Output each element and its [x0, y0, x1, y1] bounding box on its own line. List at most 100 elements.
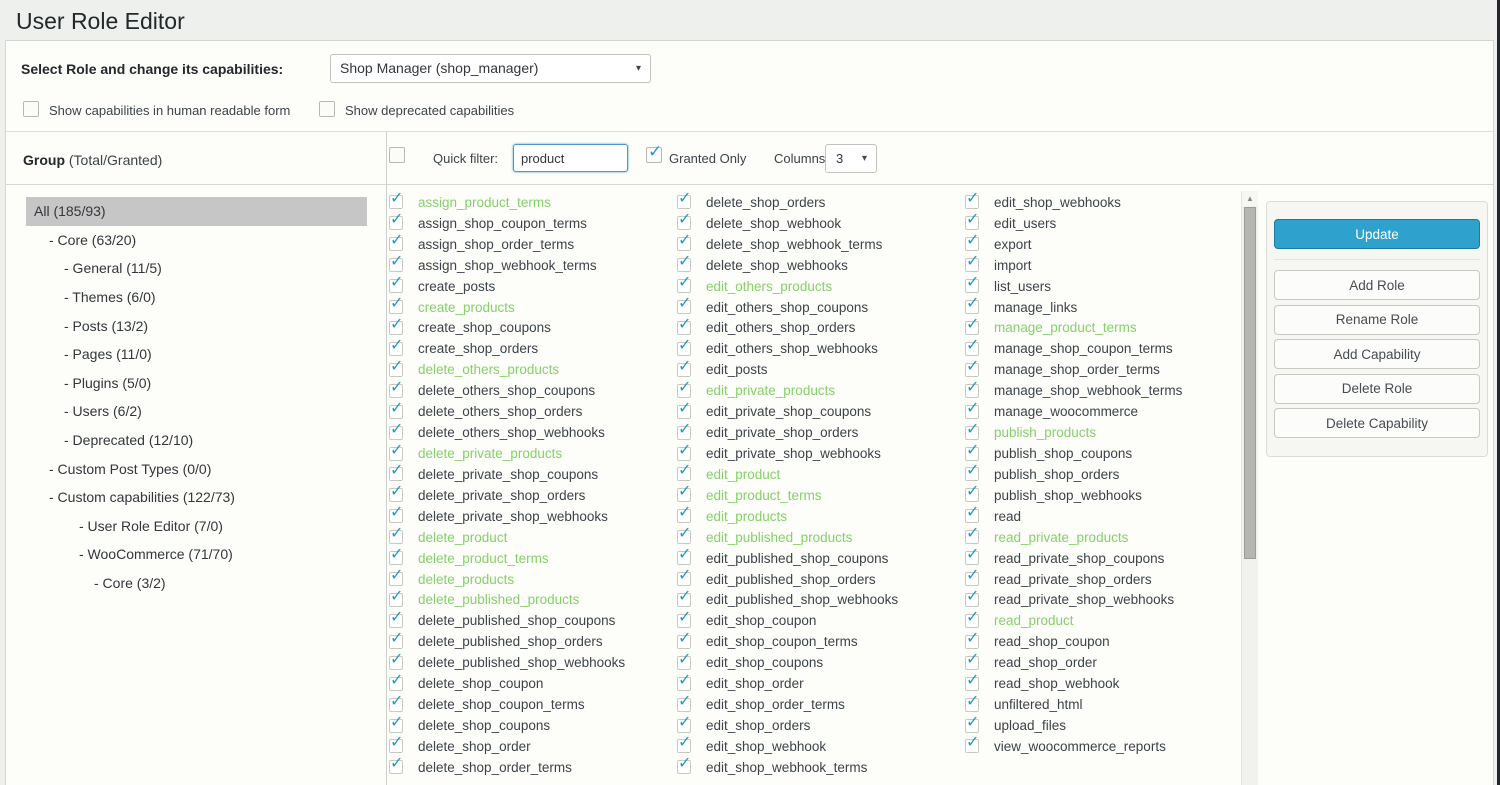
columns-select[interactable]: 3 ▾ — [825, 144, 877, 173]
capability-checkbox[interactable]: ✓ — [677, 677, 691, 691]
select-all-checkbox[interactable] — [389, 147, 405, 163]
capability-checkbox[interactable]: ✓ — [677, 216, 691, 230]
capability-checkbox[interactable]: ✓ — [965, 530, 979, 544]
capability-checkbox[interactable]: ✓ — [389, 677, 403, 691]
deprecated-checkbox[interactable] — [319, 101, 335, 117]
group-tree-item[interactable]: - Users (6/2) — [26, 397, 367, 426]
capability-checkbox[interactable]: ✓ — [389, 572, 403, 586]
capability-checkbox[interactable]: ✓ — [389, 426, 403, 440]
capability-checkbox[interactable]: ✓ — [677, 342, 691, 356]
capability-checkbox[interactable]: ✓ — [677, 363, 691, 377]
capability-checkbox[interactable]: ✓ — [389, 279, 403, 293]
action-button[interactable]: Update — [1274, 219, 1480, 249]
capability-checkbox[interactable]: ✓ — [389, 195, 403, 209]
capability-checkbox[interactable]: ✓ — [965, 405, 979, 419]
capability-checkbox[interactable]: ✓ — [677, 509, 691, 523]
capability-checkbox[interactable]: ✓ — [677, 739, 691, 753]
capability-checkbox[interactable]: ✓ — [389, 405, 403, 419]
capability-checkbox[interactable]: ✓ — [389, 363, 403, 377]
scrollbar-thumb[interactable] — [1244, 207, 1256, 559]
capability-checkbox[interactable]: ✓ — [677, 279, 691, 293]
capability-checkbox[interactable]: ✓ — [965, 237, 979, 251]
action-button[interactable]: Delete Capability — [1274, 408, 1480, 438]
capability-checkbox[interactable]: ✓ — [965, 384, 979, 398]
action-button[interactable]: Delete Role — [1274, 374, 1480, 404]
action-button[interactable]: Rename Role — [1274, 305, 1480, 335]
capability-checkbox[interactable]: ✓ — [677, 258, 691, 272]
capability-checkbox[interactable]: ✓ — [677, 760, 691, 774]
capability-checkbox[interactable]: ✓ — [965, 216, 979, 230]
capability-checkbox[interactable]: ✓ — [389, 321, 403, 335]
capability-checkbox[interactable]: ✓ — [389, 760, 403, 774]
capability-checkbox[interactable]: ✓ — [677, 572, 691, 586]
capability-checkbox[interactable]: ✓ — [965, 572, 979, 586]
capability-checkbox[interactable]: ✓ — [965, 447, 979, 461]
capability-checkbox[interactable]: ✓ — [389, 656, 403, 670]
capability-checkbox[interactable]: ✓ — [389, 698, 403, 712]
capability-checkbox[interactable]: ✓ — [965, 614, 979, 628]
capability-checkbox[interactable]: ✓ — [389, 509, 403, 523]
group-tree-item[interactable]: - Pages (11/0) — [26, 340, 367, 369]
capability-checkbox[interactable]: ✓ — [389, 258, 403, 272]
capability-checkbox[interactable]: ✓ — [677, 614, 691, 628]
capability-checkbox[interactable]: ✓ — [677, 551, 691, 565]
group-tree-item[interactable]: All (185/93) — [26, 197, 367, 226]
capability-checkbox[interactable]: ✓ — [677, 300, 691, 314]
capability-checkbox[interactable]: ✓ — [965, 635, 979, 649]
group-tree-item[interactable]: - General (11/5) — [26, 254, 367, 283]
capability-checkbox[interactable]: ✓ — [965, 677, 979, 691]
group-tree-item[interactable]: - Custom capabilities (122/73) — [26, 483, 367, 512]
capability-checkbox[interactable]: ✓ — [965, 698, 979, 712]
group-tree-item[interactable]: - Posts (13/2) — [26, 311, 367, 340]
quick-filter-input[interactable] — [513, 144, 628, 172]
capability-checkbox[interactable]: ✓ — [965, 551, 979, 565]
group-tree-item[interactable]: - Core (63/20) — [26, 226, 367, 255]
capability-checkbox[interactable]: ✓ — [965, 426, 979, 440]
group-tree-item[interactable]: - WooCommerce (71/70) — [26, 540, 367, 569]
capability-checkbox[interactable]: ✓ — [389, 614, 403, 628]
capability-checkbox[interactable]: ✓ — [389, 635, 403, 649]
scroll-up-icon[interactable]: ▲ — [1242, 191, 1258, 206]
capability-checkbox[interactable]: ✓ — [677, 698, 691, 712]
capability-checkbox[interactable]: ✓ — [677, 447, 691, 461]
capability-checkbox[interactable]: ✓ — [965, 195, 979, 209]
action-button[interactable]: Add Capability — [1274, 339, 1480, 369]
capability-checkbox[interactable]: ✓ — [389, 488, 403, 502]
capability-checkbox[interactable]: ✓ — [389, 467, 403, 481]
capability-checkbox[interactable]: ✓ — [965, 279, 979, 293]
group-tree-item[interactable]: - Custom Post Types (0/0) — [26, 454, 367, 483]
capability-checkbox[interactable]: ✓ — [677, 237, 691, 251]
action-button[interactable]: Add Role — [1274, 270, 1480, 300]
group-tree-item[interactable]: - Plugins (5/0) — [26, 369, 367, 398]
capability-checkbox[interactable]: ✓ — [389, 300, 403, 314]
capability-checkbox[interactable]: ✓ — [965, 719, 979, 733]
capability-checkbox[interactable]: ✓ — [389, 447, 403, 461]
capability-checkbox[interactable]: ✓ — [389, 216, 403, 230]
capability-checkbox[interactable]: ✓ — [965, 342, 979, 356]
group-tree-item[interactable]: - Themes (6/0) — [26, 283, 367, 312]
capability-checkbox[interactable]: ✓ — [677, 656, 691, 670]
capability-checkbox[interactable]: ✓ — [965, 467, 979, 481]
capability-checkbox[interactable]: ✓ — [389, 719, 403, 733]
capability-checkbox[interactable]: ✓ — [677, 321, 691, 335]
capability-checkbox[interactable]: ✓ — [677, 467, 691, 481]
capability-checkbox[interactable]: ✓ — [965, 509, 979, 523]
group-tree-item[interactable]: - User Role Editor (7/0) — [26, 512, 367, 541]
capability-checkbox[interactable]: ✓ — [965, 363, 979, 377]
capability-checkbox[interactable]: ✓ — [677, 488, 691, 502]
capability-checkbox[interactable]: ✓ — [677, 405, 691, 419]
capability-checkbox[interactable]: ✓ — [965, 488, 979, 502]
capability-checkbox[interactable]: ✓ — [389, 530, 403, 544]
capability-checkbox[interactable]: ✓ — [677, 530, 691, 544]
capability-checkbox[interactable]: ✓ — [965, 593, 979, 607]
group-tree-item[interactable]: - Deprecated (12/10) — [26, 426, 367, 455]
role-select[interactable]: Shop Manager (shop_manager) ▾ — [330, 54, 651, 83]
capability-checkbox[interactable]: ✓ — [389, 384, 403, 398]
capabilities-scrollbar[interactable]: ▲ — [1241, 191, 1258, 785]
capability-checkbox[interactable]: ✓ — [389, 342, 403, 356]
capability-checkbox[interactable]: ✓ — [677, 635, 691, 649]
human-readable-checkbox[interactable] — [23, 101, 39, 117]
capability-checkbox[interactable]: ✓ — [677, 195, 691, 209]
capability-checkbox[interactable]: ✓ — [389, 237, 403, 251]
capability-checkbox[interactable]: ✓ — [677, 719, 691, 733]
